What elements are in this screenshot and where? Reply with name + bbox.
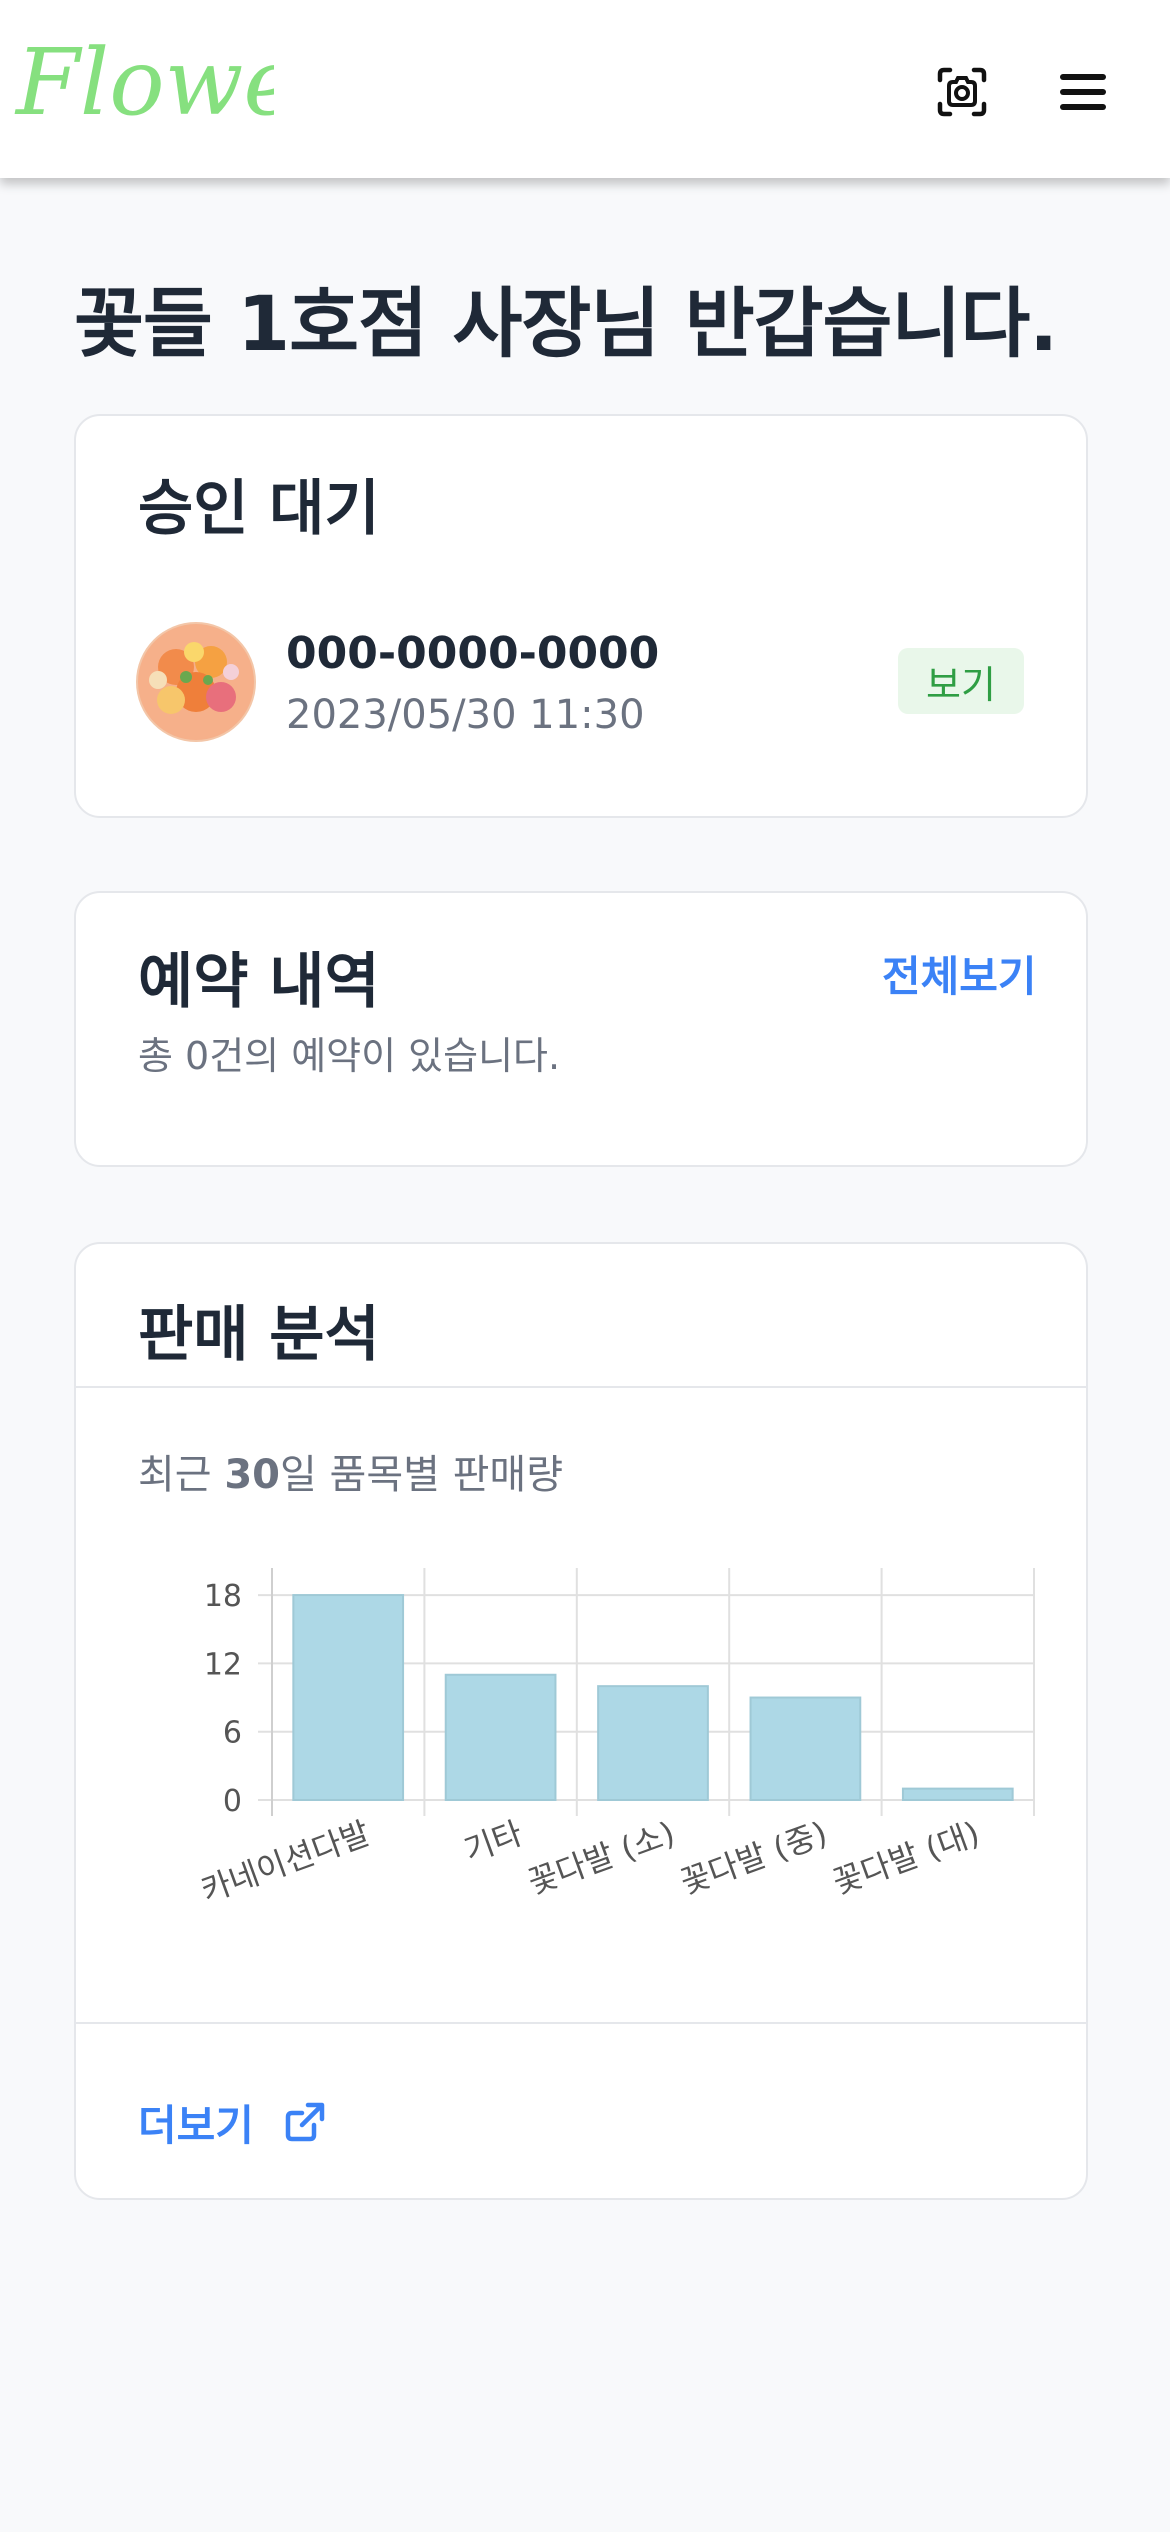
approval-card-title: 승인 대기 <box>138 474 380 544</box>
y-tick-label: 18 <box>204 1579 242 1614</box>
sales-bar-chart: 0 6 12 18 카네이션다발 기타꽃다발 (소)꽃다발 (중)꽃다발 (대) <box>196 1568 1035 1904</box>
hamburger-menu-icon <box>1060 74 1106 110</box>
bar <box>444 1673 557 1801</box>
x-tick-label: 기타 <box>459 1814 527 1870</box>
bouquet-thumbnail <box>136 622 256 742</box>
card-footer-divider <box>76 2022 1086 2024</box>
sales-card-title: 판매 분석 <box>138 1300 380 1370</box>
approval-pending-card: 승인 대기 000-0000-0000 2023/05/30 11:30 보기 <box>74 414 1088 818</box>
y-tick-label: 6 <box>223 1716 242 1751</box>
chart-subtitle: 최근 30일 품목별 판매량 <box>138 1442 563 1500</box>
flowery-logo[interactable]: Flowery <box>14 18 274 148</box>
view-all-reservations-link[interactable]: 전체보기 <box>882 943 1037 1004</box>
external-link-icon <box>285 2102 325 2142</box>
x-tick-label: 꽃다발 (대) <box>828 1814 985 1902</box>
bar <box>597 1685 709 1801</box>
y-tick-label: 12 <box>204 1647 242 1682</box>
x-tick-label: 카네이션다발 <box>196 1814 375 1904</box>
y-tick-label: 0 <box>223 1784 242 1819</box>
x-tick-label: 꽃다발 (중) <box>675 1814 832 1902</box>
request-datetime: 2023/05/30 11:30 <box>286 692 645 738</box>
greeting-title: 꽃들 1호점 사장님 반갑습니다. <box>74 279 1058 368</box>
reservations-card-title: 예약 내역 <box>138 947 380 1017</box>
chart-subtitle-suffix: 일 품목별 판매량 <box>280 1452 564 1498</box>
applicant-phone: 000-0000-0000 <box>286 628 660 679</box>
bar <box>292 1594 405 1802</box>
camera-capture-button[interactable] <box>918 48 1006 136</box>
more-analysis-link[interactable]: 더보기 <box>138 2092 326 2152</box>
x-tick-label: 꽃다발 (소) <box>523 1814 680 1902</box>
more-label: 더보기 <box>138 2100 254 2150</box>
bar <box>901 1787 1014 1802</box>
card-divider <box>76 1386 1086 1388</box>
view-request-button[interactable]: 보기 <box>898 648 1024 714</box>
reservation-count-text: 총 0건의 예약이 있습니다. <box>138 1034 561 1078</box>
logo-text: Flowery <box>14 29 274 136</box>
camera-capture-icon <box>937 67 987 117</box>
sales-analysis-card: 판매 분석 최근 30일 품목별 판매량 0 6 12 18 카네이션다발 기타 꽃다발 (… <box>74 1242 1088 2200</box>
reservations-card: 예약 내역 전체보기 총 0건의 예약이 있습니다. <box>74 891 1088 1167</box>
menu-button[interactable] <box>1040 48 1128 136</box>
chart-subtitle-prefix: 최근 <box>138 1452 225 1498</box>
app-header: Flowery <box>0 0 1170 178</box>
chart-subtitle-days: 30 <box>224 1452 280 1498</box>
bar <box>749 1696 862 1802</box>
